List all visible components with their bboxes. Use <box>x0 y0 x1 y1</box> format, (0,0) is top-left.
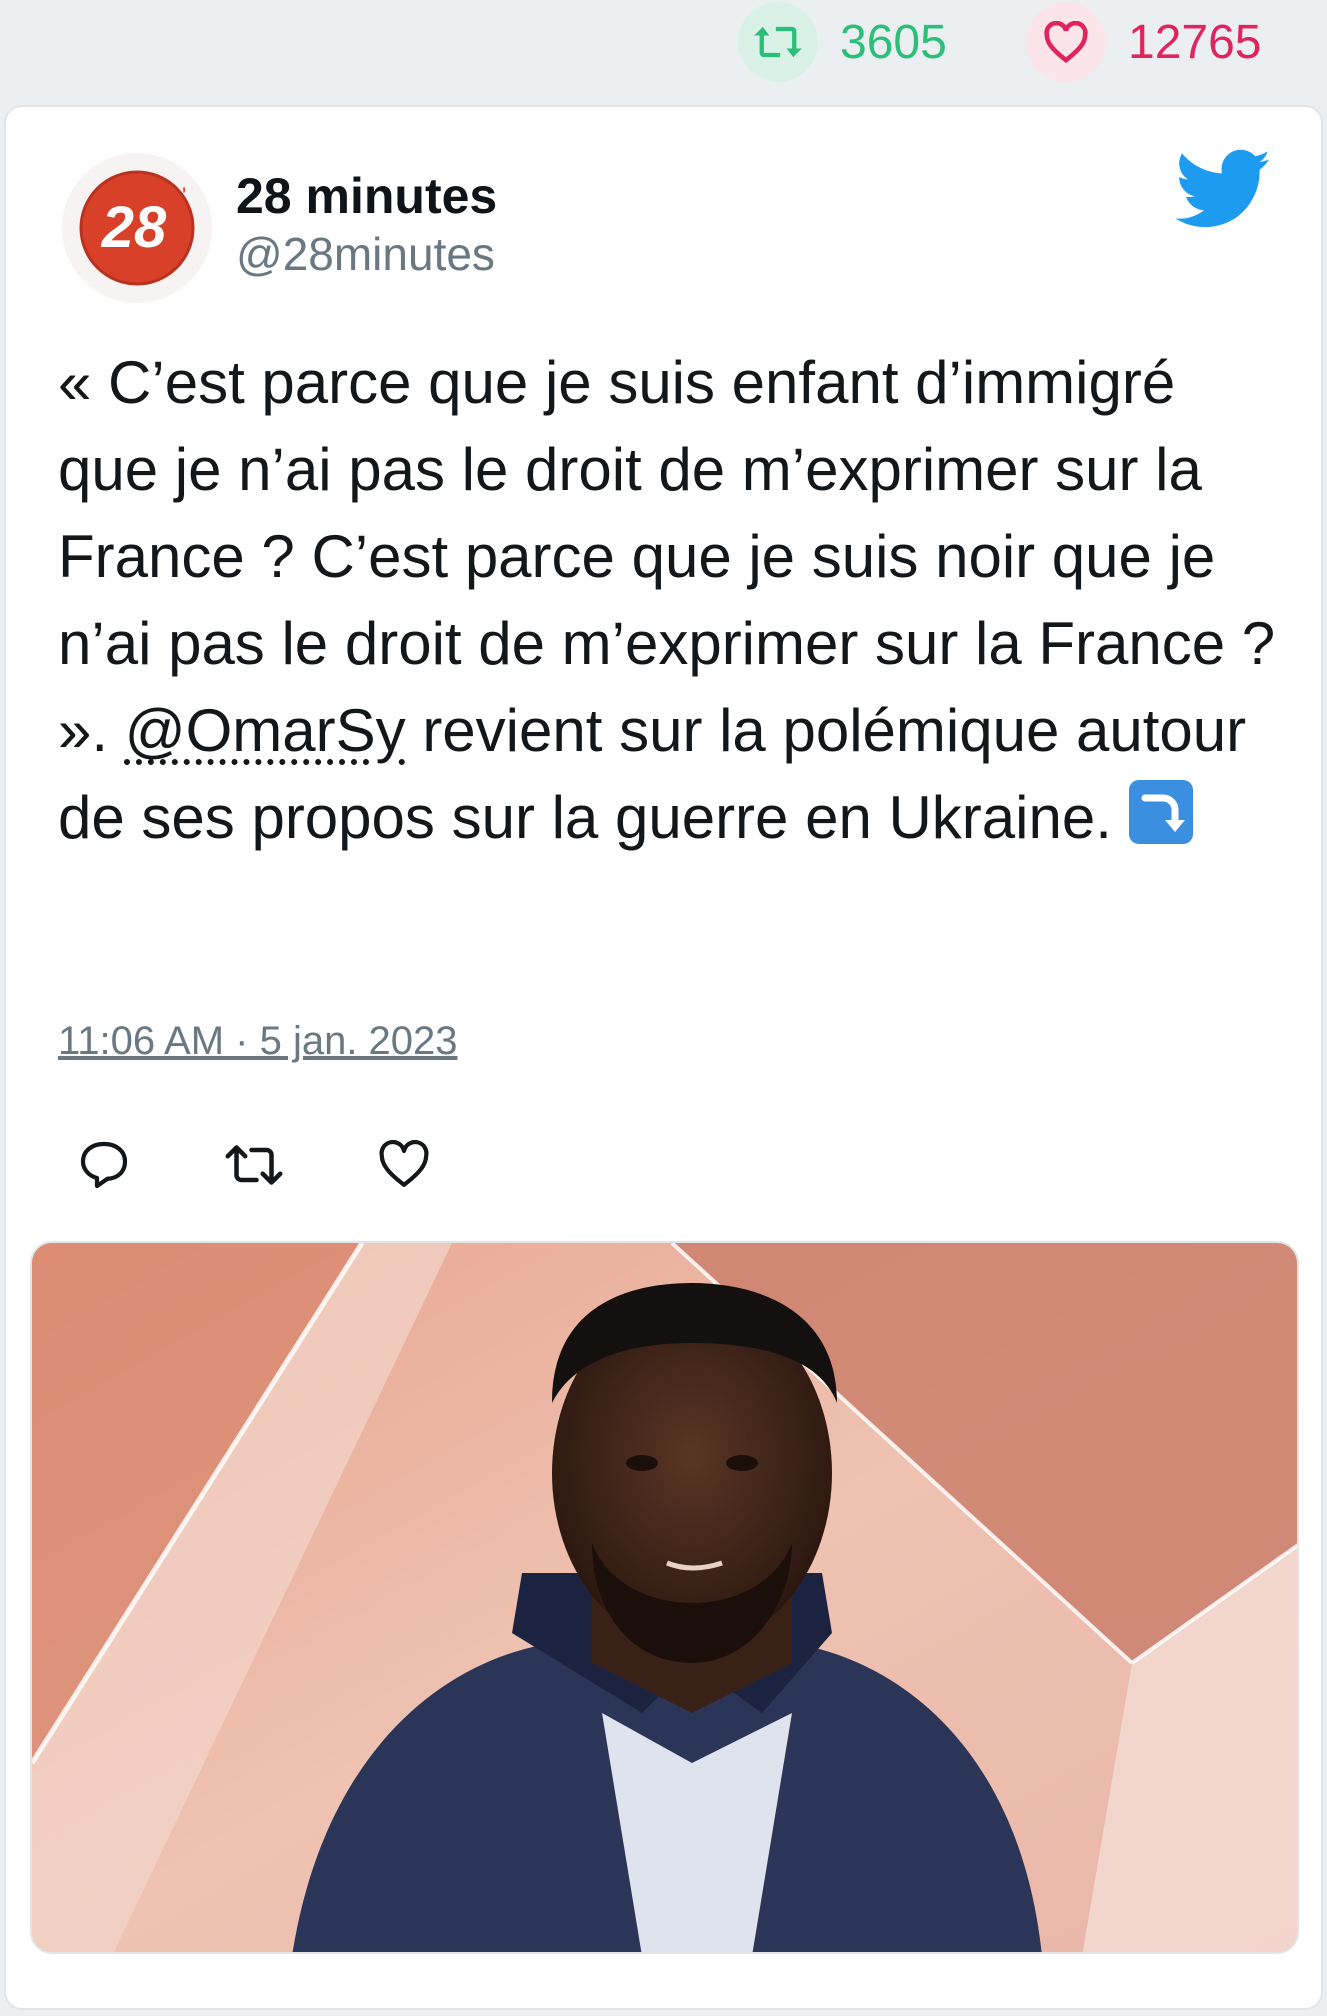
author-handle[interactable]: @28minutes <box>236 227 495 281</box>
mention-link[interactable]: @OmarSy <box>125 697 406 764</box>
avatar-logo-text: 28 <box>101 195 167 260</box>
svg-text:': ' <box>182 183 186 208</box>
retweet-count: 3605 <box>840 15 947 69</box>
retweet-action-icon[interactable] <box>224 1137 283 1193</box>
retweet-stat[interactable]: 3605 <box>738 0 947 84</box>
tweet-text: « C’est parce que je suis enfant d’immig… <box>58 339 1288 861</box>
tweet-media-image[interactable] <box>30 1241 1299 1954</box>
like-action-icon[interactable] <box>376 1137 432 1193</box>
like-stat[interactable]: 12765 <box>1026 0 1261 84</box>
heart-icon <box>1026 2 1106 82</box>
avatar[interactable]: 28 ' <box>62 153 212 303</box>
reply-icon[interactable] <box>76 1137 132 1193</box>
like-count: 12765 <box>1128 15 1262 69</box>
twitter-bird-icon[interactable] <box>1175 149 1272 233</box>
engagement-stats-bar: 3605 12765 <box>0 0 1327 100</box>
arrow-down-right-emoji-icon <box>1128 780 1193 844</box>
author-name[interactable]: 28 minutes <box>236 167 497 225</box>
tweet-card: 28 ' 28 minutes @28minutes « C’est parce… <box>4 105 1323 2010</box>
tweet-timestamp[interactable]: 11:06 AM · 5 jan. 2023 <box>58 1019 458 1064</box>
retweet-icon <box>738 2 818 82</box>
